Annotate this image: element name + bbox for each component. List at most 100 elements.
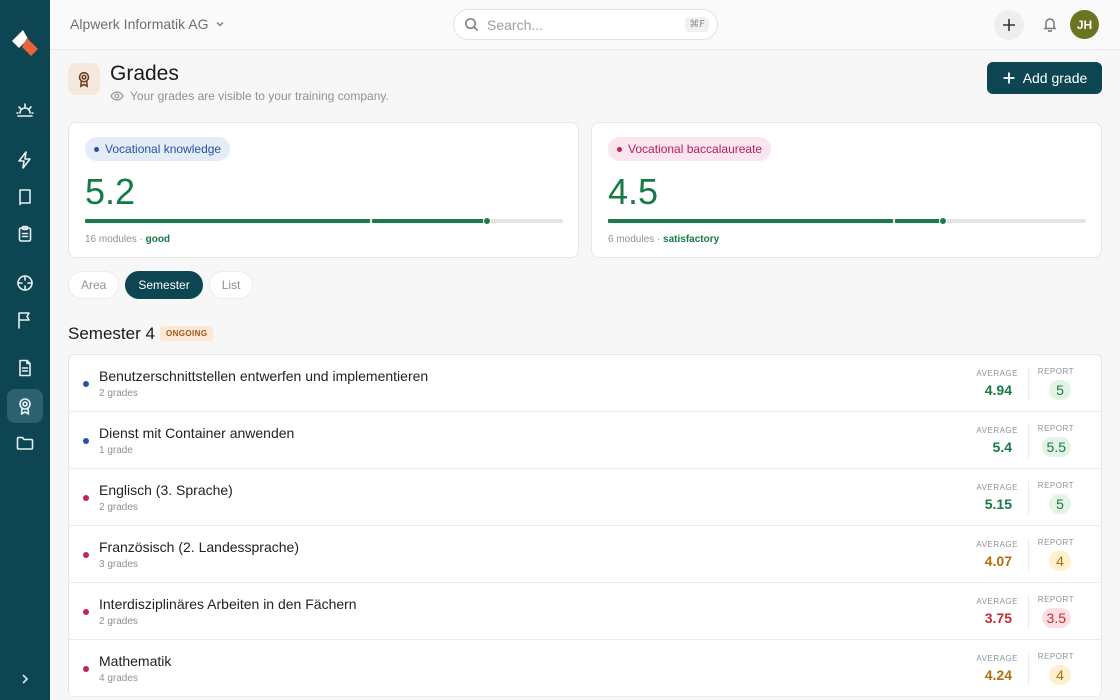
sidebar-item-documents[interactable] xyxy=(7,351,43,385)
progress-knob xyxy=(482,217,491,225)
subject-row[interactable]: Interdisziplinäres Arbeiten in den Fäche… xyxy=(69,583,1101,640)
summary-card-vocational-baccalaureate[interactable]: Vocational baccalaureate 4.5 6 modules ·… xyxy=(591,122,1102,258)
progress-bar xyxy=(85,217,563,225)
add-grade-label: Add grade xyxy=(1022,70,1088,86)
modules-count: 6 modules xyxy=(608,234,655,245)
category-dot xyxy=(83,609,89,615)
average-label: AVERAGE xyxy=(976,654,1018,663)
search-input[interactable] xyxy=(487,16,667,33)
view-option-area[interactable]: Area xyxy=(68,271,120,299)
plus-icon xyxy=(1003,72,1015,84)
sidebar-item-milestones[interactable] xyxy=(7,303,43,337)
progress-bar xyxy=(608,217,1086,225)
average-label: AVERAGE xyxy=(976,483,1018,492)
meta-separator: · xyxy=(656,234,661,245)
report-label: REPORT xyxy=(1037,424,1074,433)
progress-segment xyxy=(895,219,943,223)
card-meta: 16 modules · good xyxy=(85,234,170,245)
report-label: REPORT xyxy=(1037,481,1074,490)
plus-icon xyxy=(1003,19,1015,31)
average-label: AVERAGE xyxy=(976,540,1018,549)
average-value: 4.94 xyxy=(984,382,1012,398)
column-divider xyxy=(1028,595,1029,629)
summary-card-vocational-knowledge[interactable]: Vocational knowledge 5.2 16 modules · go… xyxy=(68,122,579,258)
quality-label: satisfactory xyxy=(663,234,720,245)
sidebar-expand-button[interactable] xyxy=(14,668,36,690)
grade-count: 2 grades xyxy=(99,388,138,399)
sidebar-item-tasks[interactable] xyxy=(7,217,43,251)
folder-icon xyxy=(16,436,34,450)
sidebar-item-journal[interactable] xyxy=(7,180,43,214)
subject-name: Dienst mit Container anwenden xyxy=(99,425,295,441)
average-value: 3.75 xyxy=(984,610,1012,626)
crosshair-icon xyxy=(17,275,33,291)
lightning-icon xyxy=(18,151,31,169)
column-divider xyxy=(1028,367,1029,401)
grade-count: 3 grades xyxy=(99,559,138,570)
category-label: Vocational knowledge xyxy=(105,142,222,156)
category-label: Vocational baccalaureate xyxy=(628,142,763,156)
subject-row[interactable]: Englisch (3. Sprache) 2 grades AVERAGE 5.15… xyxy=(69,469,1101,526)
search-shortcut: ⌘F xyxy=(685,17,709,32)
chevron-down-icon xyxy=(215,21,224,27)
eye-icon xyxy=(110,91,124,101)
visibility-note-text: Your grades are visible to your training… xyxy=(130,89,389,103)
column-divider xyxy=(1028,481,1029,515)
progress-knob xyxy=(938,217,947,225)
category-pill: Vocational knowledge xyxy=(85,137,231,161)
quick-add-button[interactable] xyxy=(994,10,1024,40)
average-label: AVERAGE xyxy=(976,597,1018,606)
meta-separator: · xyxy=(139,234,143,245)
grades-page-icon xyxy=(68,63,100,95)
progress-fill xyxy=(85,217,491,225)
subject-row[interactable]: Benutzerschnittstellen entwerfen und imp… xyxy=(69,355,1101,412)
search-icon xyxy=(465,18,479,32)
category-dot xyxy=(83,381,89,387)
add-grade-button[interactable]: Add grade xyxy=(987,62,1102,94)
sidebar-item-files[interactable] xyxy=(7,426,43,460)
progress-segment xyxy=(608,219,893,223)
sidebar-item-activity[interactable] xyxy=(7,143,43,177)
subject-row[interactable]: Dienst mit Container anwenden 1 grade AVER… xyxy=(69,412,1101,469)
category-dot xyxy=(83,438,89,444)
quality-label: good xyxy=(145,234,171,245)
subject-row[interactable]: Französisch (2. Landessprache) 3 grades AV… xyxy=(69,526,1101,583)
report-grade-badge: 4 xyxy=(1049,665,1071,685)
view-option-list[interactable]: List xyxy=(208,271,254,299)
app-logo[interactable] xyxy=(10,28,40,58)
subject-list: Benutzerschnittstellen entwerfen und imp… xyxy=(68,354,1102,697)
report-grade-badge: 5.5 xyxy=(1041,437,1071,457)
document-icon xyxy=(19,359,31,377)
average-value: 4.07 xyxy=(984,553,1012,569)
grade-count: 4 grades xyxy=(99,673,138,684)
visibility-note: Your grades are visible to your training… xyxy=(110,89,389,103)
progress-segment xyxy=(372,219,487,223)
subject-name: Mathematik xyxy=(99,653,172,669)
report-label: REPORT xyxy=(1037,538,1074,547)
category-dot xyxy=(617,146,622,152)
view-option-semester[interactable]: Semester xyxy=(125,271,203,299)
subject-name: Englisch (3. Sprache) xyxy=(99,482,233,498)
average-label: AVERAGE xyxy=(976,369,1018,378)
report-grade-badge: 3.5 xyxy=(1041,608,1071,628)
sidebar-item-dashboard[interactable] xyxy=(7,94,43,128)
average-value: 5.15 xyxy=(984,496,1012,512)
flag-icon xyxy=(18,312,30,329)
report-label: REPORT xyxy=(1037,652,1074,661)
organization-switcher[interactable]: Alpwerk Informatik AG xyxy=(70,16,226,32)
average-label: AVERAGE xyxy=(976,426,1018,435)
category-dot xyxy=(83,552,89,558)
organization-name: Alpwerk Informatik AG xyxy=(70,16,209,32)
sidebar xyxy=(0,0,50,700)
grade-count: 2 grades xyxy=(99,502,138,513)
semester-title: Semester 4 xyxy=(68,324,155,343)
user-avatar[interactable]: JH xyxy=(1070,10,1099,39)
sidebar-item-grades[interactable] xyxy=(7,389,43,423)
subject-row[interactable]: Mathematik 4 grades AVERAGE 4.24 REPORT 4 xyxy=(69,640,1101,697)
category-dot xyxy=(83,666,89,672)
notifications-button[interactable] xyxy=(1040,14,1060,34)
sidebar-item-goals[interactable] xyxy=(7,266,43,300)
search-box[interactable]: ⌘F xyxy=(453,9,718,40)
report-label: REPORT xyxy=(1037,367,1074,376)
progress-fill xyxy=(608,217,947,225)
